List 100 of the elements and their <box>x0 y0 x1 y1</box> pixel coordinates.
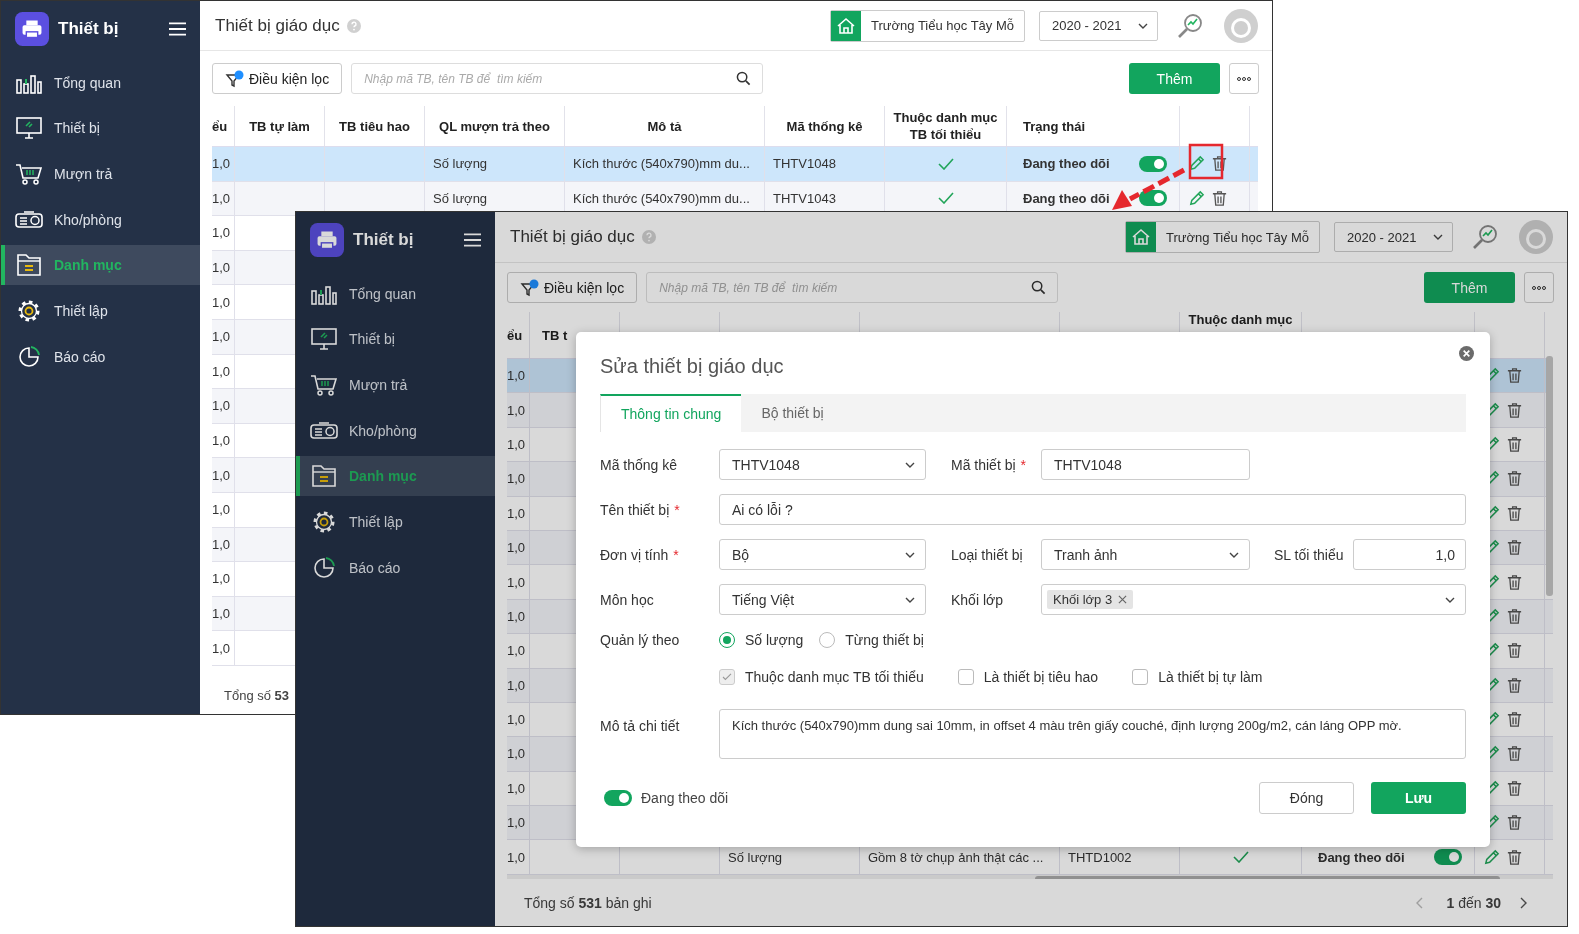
table-cell: 1,0 <box>212 640 231 656</box>
trash-icon[interactable] <box>1506 470 1523 488</box>
field-label: Khối lớp <box>951 591 1003 608</box>
sidebar-item[interactable]: Thiết bị <box>1 108 200 149</box>
option-label: Thuộc danh mục TB tối thiểu <box>745 669 924 685</box>
chevron-down-icon <box>1138 22 1148 29</box>
app-name: Thiết bị <box>58 19 120 39</box>
sidebar-item[interactable]: Thiết lập <box>1 291 200 332</box>
close-icon[interactable] <box>1118 595 1128 604</box>
select-field[interactable]: Tranh ảnh <box>1041 539 1250 570</box>
input-field[interactable]: THTV1048 <box>1041 449 1250 480</box>
menu-icon[interactable] <box>169 22 186 36</box>
table-cell: 1,0 <box>212 433 231 449</box>
tag-chip[interactable]: Khối lớp 3 <box>1047 590 1134 609</box>
trash-icon[interactable] <box>1506 814 1523 832</box>
table-cell: 1,0 <box>507 436 526 452</box>
status-label: Đang theo dõi <box>1023 156 1110 172</box>
sidebar-item[interactable]: Tổng quan <box>1 62 200 103</box>
school-selector[interactable]: Trường Tiểu học Tây Mỗ <box>830 9 1025 42</box>
table-cell: Số lượng <box>728 849 783 865</box>
table-cell: THTV1043 <box>773 190 836 206</box>
chevron-down-icon <box>1229 551 1239 558</box>
more-button[interactable] <box>1524 272 1554 303</box>
pencil-icon[interactable] <box>1483 848 1500 866</box>
select-field[interactable]: THTV1048 <box>719 449 926 480</box>
funnel-icon <box>520 278 540 297</box>
magnifier-icon[interactable] <box>1471 223 1499 251</box>
trash-icon[interactable] <box>1506 435 1523 453</box>
search-icon[interactable] <box>1031 280 1047 295</box>
trash-icon[interactable] <box>1506 367 1523 385</box>
funnel-icon <box>225 69 245 88</box>
table-row[interactable]: 1,0 Số lượng Kích thước (540x790)mm du... THTV1048 Đang theo dõi <box>212 147 1258 182</box>
search-field[interactable]: Nhập mã TB, tên TB để tìm kiếm <box>351 63 764 94</box>
table-cell: 1,0 <box>212 329 231 345</box>
toggle-switch[interactable] <box>604 790 632 806</box>
table-cell: 1,0 <box>507 643 526 659</box>
select-field[interactable]: Tiếng Việt <box>719 584 926 615</box>
school-selector[interactable]: Trường Tiểu học Tây Mỗ <box>1125 221 1320 253</box>
trash-icon[interactable] <box>1506 573 1523 591</box>
chevron-right-icon[interactable] <box>1519 896 1527 909</box>
filter-button[interactable]: Điều kiện lọc <box>212 63 343 94</box>
checkbox[interactable] <box>957 669 974 685</box>
filter-button[interactable]: Điều kiện lọc <box>507 272 638 303</box>
pencil-icon[interactable] <box>1188 155 1205 173</box>
close-button[interactable]: Đóng <box>1259 782 1354 814</box>
column-header: Trạng thái <box>1023 117 1086 135</box>
menu-icon[interactable] <box>464 233 481 247</box>
trash-icon[interactable] <box>1506 676 1523 694</box>
search-icon[interactable] <box>736 71 752 86</box>
table-cell: 1,0 <box>212 190 231 206</box>
trash-icon[interactable] <box>1506 711 1523 729</box>
trash-icon[interactable] <box>1506 539 1523 557</box>
chevron-down-icon <box>1433 234 1443 240</box>
sidebar-item[interactable]: Mượn trả <box>1 154 200 195</box>
trash-icon[interactable] <box>1506 745 1523 763</box>
table-cell: 1,0 <box>212 606 231 621</box>
trash-icon[interactable] <box>1506 848 1523 866</box>
trash-icon[interactable] <box>1506 642 1523 660</box>
record-count: Tổng số 531 bản ghi <box>524 894 652 911</box>
table-cell: 1,0 <box>212 260 231 276</box>
column-header: Thuộc danh mục <box>1188 312 1293 327</box>
pencil-icon[interactable] <box>1188 189 1205 207</box>
close-icon[interactable] <box>1459 345 1474 361</box>
trash-icon[interactable] <box>1506 401 1523 419</box>
tab[interactable]: Bộ thiết bị <box>741 394 844 432</box>
scrollbar[interactable] <box>1546 356 1553 596</box>
house-icon <box>1126 222 1157 252</box>
year-select[interactable]: 2020 - 2021 <box>1039 10 1158 41</box>
trash-icon[interactable] <box>1506 607 1523 625</box>
trash-icon[interactable] <box>1211 155 1228 173</box>
table-cell: 1,0 <box>212 156 231 172</box>
trash-icon[interactable] <box>1506 504 1523 522</box>
table-cell: 1,0 <box>212 398 231 414</box>
sidebar-item[interactable]: Kho/phòng <box>1 199 200 240</box>
option-label: Là thiết bị tiêu hao <box>983 669 1099 685</box>
table-cell: 1,0 <box>507 471 526 487</box>
input-field[interactable]: Ai có lỗi ? <box>719 494 1466 525</box>
checkbox[interactable] <box>1132 669 1149 685</box>
trash-icon[interactable] <box>1211 189 1228 207</box>
chevron-down-icon <box>905 461 915 468</box>
printer-logo-icon <box>15 12 49 46</box>
trash-icon[interactable] <box>1506 779 1523 797</box>
field-label: Mô tả chi tiết <box>600 717 681 736</box>
page-title: Thiết bị giáo dục <box>510 227 635 247</box>
number-field[interactable]: 1,0 <box>1353 539 1466 570</box>
toggle-switch[interactable] <box>1139 190 1167 207</box>
year-select[interactable]: 2020 - 2021 <box>1334 222 1453 252</box>
select-field[interactable]: Bộ <box>719 539 926 570</box>
toggle-switch[interactable] <box>1139 155 1167 172</box>
column-header: TB tiêu hao <box>339 117 410 135</box>
search-field[interactable]: Nhập mã TB, tên TB để tìm kiếm <box>646 272 1059 303</box>
toggle-switch[interactable] <box>1434 849 1462 866</box>
more-button[interactable] <box>1229 63 1259 94</box>
table-cell: 1,0 <box>507 368 526 384</box>
cart-icon <box>15 162 43 187</box>
table-cell: 1,0 <box>507 780 526 796</box>
magnifier-icon[interactable] <box>1176 11 1204 40</box>
text-area[interactable]: Kích thước (540x790)mm dung sai 10mm, in offset 4 màu trên giấy couché, định lượng 200g/m2, cán láng OPP mờ. <box>719 709 1466 759</box>
sidebar-item[interactable]: Báo cáo <box>1 336 200 377</box>
table-cell: 1,0 <box>212 571 231 587</box>
